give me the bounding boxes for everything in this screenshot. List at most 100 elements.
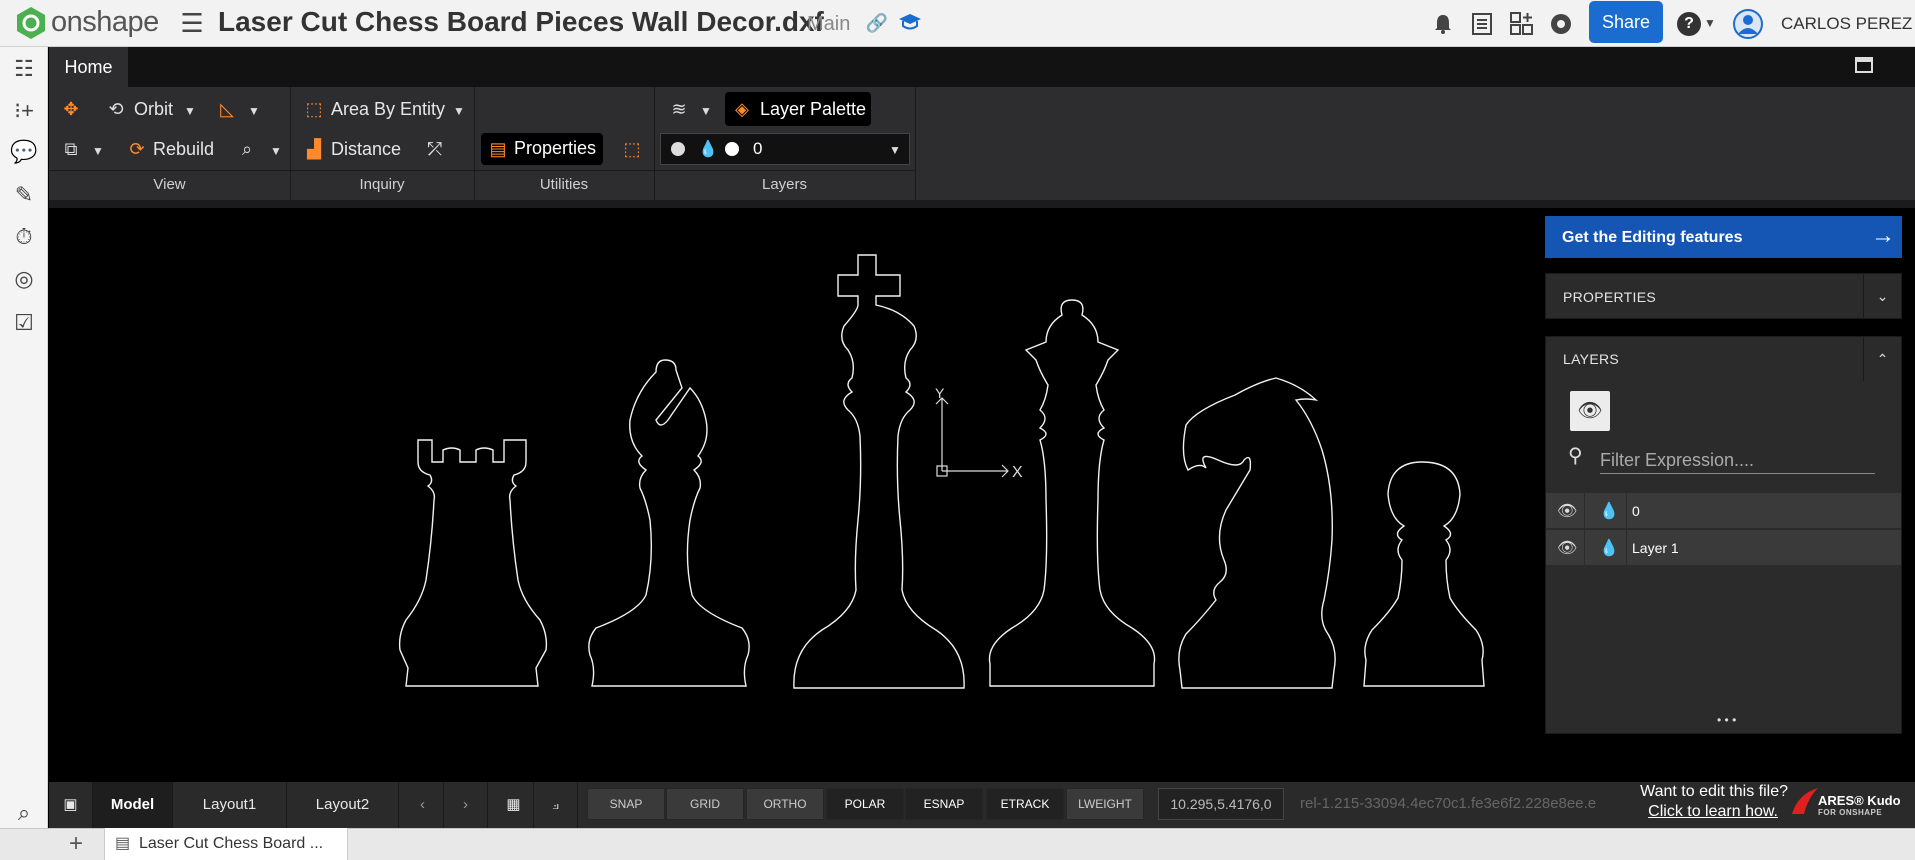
properties-label: Properties bbox=[514, 138, 597, 158]
realtime-collaboration-icon[interactable] bbox=[1549, 12, 1573, 36]
ortho-toggle[interactable]: ORTHO bbox=[746, 788, 824, 820]
layer-lineweight-drop-icon[interactable]: 💧 bbox=[1599, 538, 1619, 558]
view-shape-chevron-down-icon[interactable]: ▼ bbox=[248, 104, 260, 118]
tab-model[interactable]: Model bbox=[93, 782, 173, 828]
layer-state-icon[interactable]: ≋ bbox=[667, 98, 691, 120]
minimize-ribbon-icon[interactable] bbox=[1855, 57, 1873, 73]
user-avatar-icon[interactable] bbox=[1733, 9, 1763, 39]
add-tab-button[interactable]: + bbox=[62, 830, 90, 858]
notes-edit-icon[interactable]: ✎ bbox=[8, 179, 40, 211]
search-parts-icon[interactable]: ◎ bbox=[8, 263, 40, 295]
history-timer-icon[interactable]: ⏱ bbox=[8, 221, 40, 253]
tab-layout1[interactable]: Layout1 bbox=[173, 782, 287, 828]
distance-button[interactable]: Distance bbox=[331, 139, 401, 160]
orbit-button[interactable]: Orbit bbox=[134, 99, 173, 120]
link-icon[interactable]: 🔗 bbox=[864, 8, 890, 38]
coordinates-xyz-icon[interactable]: ⤱ bbox=[423, 138, 447, 160]
get-features-label: Get the Editing features bbox=[1562, 229, 1743, 246]
area-by-entity-button[interactable]: Area By Entity bbox=[331, 99, 445, 120]
layer-row[interactable]: 👁 💧 Layer 1 bbox=[1546, 530, 1901, 566]
distance-icon[interactable]: ▟ bbox=[302, 138, 326, 160]
ribbon-empty-area bbox=[915, 87, 1915, 200]
cursor-coordinates: 10.295,5.4176,0 bbox=[1158, 788, 1284, 820]
brand-subtitle: FOR ONSHAPE bbox=[1818, 808, 1883, 817]
filter-expression-input[interactable] bbox=[1600, 448, 1875, 474]
layer-visibility-settings-icon[interactable]: 👁 bbox=[1570, 391, 1610, 431]
layer-row[interactable]: 👁 💧 0 bbox=[1546, 493, 1901, 529]
share-button[interactable]: Share bbox=[1589, 1, 1663, 43]
lweight-toggle[interactable]: LWEIGHT bbox=[1066, 788, 1144, 820]
esnap-toggle[interactable]: ESNAP bbox=[905, 788, 983, 820]
osnap-settings-icon[interactable]: ⟓ bbox=[534, 782, 578, 828]
column-separator bbox=[1584, 530, 1585, 566]
branch-label[interactable]: Main bbox=[807, 13, 850, 36]
grid-toggle[interactable]: GRID bbox=[666, 788, 744, 820]
group-label-layers: Layers bbox=[761, 176, 808, 193]
learning-center-icon[interactable] bbox=[898, 12, 922, 32]
quick-select-icon[interactable]: ⬚ bbox=[620, 138, 644, 160]
ares-kudo-logo-icon[interactable] bbox=[1790, 786, 1820, 816]
app-store-grid-icon[interactable] bbox=[1509, 11, 1535, 37]
expand-chevron-icon[interactable]: ⌄ bbox=[1863, 274, 1901, 318]
onshape-logo-text[interactable]: onshape bbox=[51, 6, 159, 39]
orbit-chevron-down-icon[interactable]: ▼ bbox=[184, 104, 196, 118]
orbit-icon[interactable]: ⟲ bbox=[104, 98, 128, 120]
current-layer-select[interactable]: 💧 0 ▼ bbox=[660, 133, 910, 165]
document-title[interactable]: Laser Cut Chess Board Pieces Wall Decor.… bbox=[218, 6, 824, 38]
user-name[interactable]: CARLOS PEREZ bbox=[1781, 14, 1912, 34]
knight-outline bbox=[1178, 377, 1336, 689]
comments-icon[interactable]: 💬 bbox=[8, 136, 40, 168]
zoom-chevron-down-icon[interactable]: ▼ bbox=[270, 144, 282, 158]
view-cube-chevron-down-icon[interactable]: ▼ bbox=[92, 144, 104, 158]
etrack-toggle[interactable]: ETRACK bbox=[986, 788, 1064, 820]
layer-lineweight-drop-icon[interactable]: 💧 bbox=[1599, 501, 1619, 521]
layer-visible-eye-icon[interactable]: 👁 bbox=[1557, 501, 1577, 521]
snap-toggle[interactable]: SNAP bbox=[587, 788, 665, 820]
rebuild-button[interactable]: Rebuild bbox=[153, 139, 214, 160]
rebuild-icon[interactable]: ⟳ bbox=[125, 138, 149, 160]
area-by-entity-icon[interactable]: ⬚ bbox=[302, 98, 326, 120]
checklist-icon[interactable]: ☑ bbox=[8, 307, 40, 339]
layer-palette-button[interactable]: ◈ Layer Palette bbox=[725, 92, 871, 126]
layer-name: Layer 1 bbox=[1632, 540, 1679, 556]
view-shape-icon[interactable]: ◺ bbox=[215, 98, 239, 120]
bishop-outline bbox=[588, 359, 750, 687]
pan-move-icon[interactable]: ✥ bbox=[59, 98, 83, 120]
properties-button[interactable]: ▤ Properties bbox=[481, 133, 603, 165]
properties-panel-title: PROPERTIES bbox=[1563, 289, 1656, 305]
top-bar: onshape ☰ Laser Cut Chess Board Pieces W… bbox=[0, 0, 1915, 47]
tasks-checklist-icon[interactable] bbox=[1470, 12, 1494, 36]
area-chevron-down-icon[interactable]: ▼ bbox=[453, 104, 465, 118]
onshape-logo-icon[interactable] bbox=[15, 6, 47, 40]
layer-palette-icon: ◈ bbox=[735, 99, 749, 119]
notifications-bell-icon[interactable] bbox=[1431, 12, 1455, 36]
instances-add-icon[interactable]: ⁝+ bbox=[8, 95, 40, 127]
layer-state-chevron-down-icon[interactable]: ▼ bbox=[700, 104, 712, 118]
layer-visible-eye-icon[interactable]: 👁 bbox=[1557, 538, 1577, 558]
get-editing-features-banner[interactable]: Get the Editing features → bbox=[1545, 216, 1902, 258]
column-separator bbox=[1626, 530, 1627, 566]
brand-name: ARES® Kudo bbox=[1818, 793, 1901, 808]
tab-layout2[interactable]: Layout2 bbox=[287, 782, 399, 828]
menu-hamburger-icon[interactable]: ☰ bbox=[178, 8, 206, 38]
learn-how-link[interactable]: Click to learn how. bbox=[1628, 803, 1778, 821]
collapse-chevron-icon[interactable]: ⌃ bbox=[1863, 337, 1901, 381]
search-tabs-icon[interactable]: ⌕ bbox=[8, 797, 40, 829]
feature-list-icon[interactable]: ☷ bbox=[8, 53, 40, 85]
view-cube-icon[interactable]: ⧉ bbox=[59, 138, 83, 160]
help-chevron-down-icon[interactable]: ▼ bbox=[1704, 16, 1716, 30]
help-icon[interactable]: ? bbox=[1677, 12, 1701, 36]
tab-home[interactable]: Home bbox=[49, 47, 128, 87]
search-icon: ⚲ bbox=[1568, 445, 1583, 467]
zoom-icon[interactable]: ⌕ bbox=[235, 138, 259, 160]
next-tab-chevron-right-icon[interactable]: › bbox=[444, 782, 488, 828]
chess-pieces-drawing[interactable]: Y X bbox=[49, 208, 1545, 782]
layout-manager-icon[interactable]: ▦ bbox=[494, 782, 534, 828]
previous-tab-chevron-left-icon[interactable]: ‹ bbox=[402, 782, 444, 828]
more-options-icon[interactable]: • • • bbox=[1717, 713, 1736, 727]
document-tab[interactable]: ▤ Laser Cut Chess Board ... bbox=[104, 828, 348, 860]
layer-lineweight-icon: 💧 bbox=[698, 141, 718, 158]
viewport-toggle-icon[interactable]: ▣ bbox=[49, 782, 93, 828]
pawn-outline bbox=[1363, 461, 1485, 687]
polar-toggle[interactable]: POLAR bbox=[826, 788, 904, 820]
